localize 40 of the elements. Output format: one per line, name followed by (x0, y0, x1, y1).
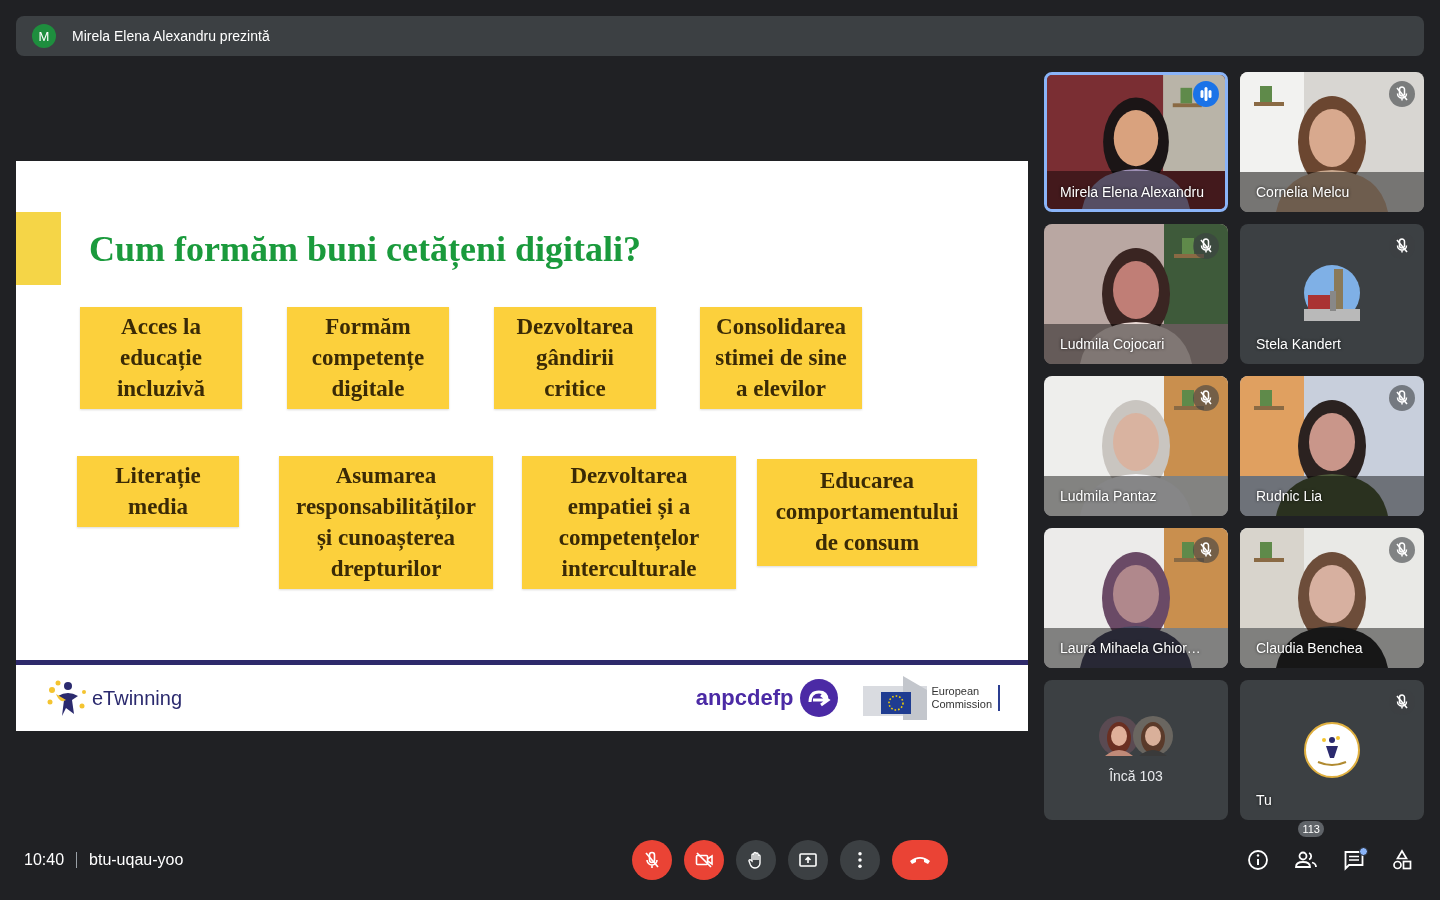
speaking-icon (1193, 81, 1219, 107)
topic-card: Dezvoltarea gândirii critice (494, 307, 656, 409)
chat-icon (1342, 848, 1366, 872)
topic-card: Formăm competențe digitale (287, 307, 449, 409)
clock-time: 10:40 (24, 851, 65, 869)
raise-hand-button[interactable] (736, 840, 776, 880)
info-icon (1246, 848, 1270, 872)
topic-card: Literație media (77, 456, 239, 527)
participant-name: Cornelia Melcu (1256, 184, 1350, 200)
etwinning-wordmark: eTwinning (92, 686, 183, 710)
meeting-code: btu-uqau-yoo (89, 851, 184, 869)
agency-wordmark: anpcdefp (695, 685, 794, 711)
participant-name: Ludmila Cojocari (1060, 336, 1165, 352)
more-options-button[interactable] (840, 840, 880, 880)
commission-wordmark: European Commission (931, 685, 992, 711)
camera-off-icon (694, 850, 714, 870)
leave-call-button[interactable] (892, 840, 948, 880)
participant-name: Tu (1256, 792, 1272, 808)
participant-name: Ludmila Pantaz (1060, 488, 1157, 504)
shapes-icon (1390, 848, 1414, 872)
topic-card: Acces la educație incluzivă (80, 307, 242, 409)
topic-card: Asumarea responsabilităților și cunoașterea drepturilor (279, 456, 493, 589)
presenter-label: Mirela Elena Alexandru prezintă (72, 28, 270, 44)
topic-card: Dezvoltarea empatiei și a competențelor interculturale (522, 456, 736, 589)
mic-off-icon (642, 850, 662, 870)
eu-flag-building-icon (863, 676, 928, 720)
topic-card: Consolidarea stimei de sine a elevilor (700, 307, 862, 409)
topic-card: Educarea comportamentului de consum (757, 459, 977, 566)
participant-name: Stela Kandert (1256, 336, 1341, 352)
present-screen-icon (798, 850, 818, 870)
participant-name: Mirela Elena Alexandru (1060, 184, 1204, 200)
camera-button[interactable] (684, 840, 724, 880)
microphone-button[interactable] (632, 840, 672, 880)
present-screen-button[interactable] (788, 840, 828, 880)
slide-title: Cum formăm buni cetățeni digitali? (89, 227, 641, 270)
more-participants-label[interactable]: Încă 103 (1109, 768, 1163, 784)
participant-count-badge: 113 (1298, 821, 1324, 837)
more-icon (858, 852, 862, 868)
agency-logo-icon (799, 678, 840, 718)
presenter-avatar: M (32, 24, 56, 48)
